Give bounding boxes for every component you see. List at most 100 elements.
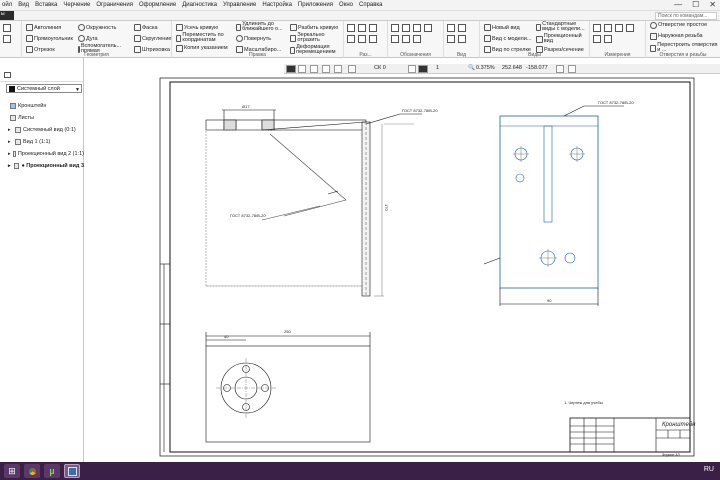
view-icon-2[interactable]	[458, 24, 466, 32]
step-cursor-button[interactable]	[418, 65, 428, 73]
view-icon[interactable]	[447, 24, 455, 32]
redraw-button[interactable]	[556, 65, 564, 73]
menu-item[interactable]: Управление	[223, 2, 256, 8]
menu-item[interactable]: Справка	[359, 2, 383, 8]
arc-button[interactable]: Дуга	[78, 35, 98, 42]
angle-dim-icon[interactable]	[358, 24, 366, 32]
display-button[interactable]	[568, 65, 576, 73]
title-block-name: Кронштейн	[662, 421, 696, 428]
lcs-button[interactable]	[408, 65, 416, 73]
circle-button[interactable]: Окружность	[78, 24, 116, 31]
start-icon[interactable]: ⊞	[4, 464, 20, 478]
base-icon[interactable]	[413, 24, 421, 32]
view-icon-4[interactable]	[458, 35, 466, 43]
table-icon[interactable]	[402, 35, 410, 43]
circle-icon	[78, 24, 85, 31]
extend-button[interactable]: Удлинить до ближайшего о...	[236, 21, 288, 32]
leader-icon[interactable]	[402, 24, 410, 32]
tree-item[interactable]: ▸ Вид 1 (1:1)	[0, 136, 84, 148]
layer-button[interactable]	[348, 65, 356, 73]
measure-icon[interactable]	[593, 24, 601, 32]
language-indicator[interactable]: RU	[704, 466, 714, 473]
command-search-input[interactable]: Поиск по командам...	[655, 12, 717, 20]
close-icon[interactable]: ✕	[709, 0, 716, 9]
rectangle-button[interactable]: Прямоугольник	[26, 35, 73, 42]
cursor-button[interactable]	[286, 65, 296, 73]
round-button[interactable]	[334, 65, 342, 73]
tree-item[interactable]: Листы	[0, 112, 84, 124]
menu-item[interactable]: Черчение	[63, 2, 90, 8]
menu-item[interactable]: Окно	[339, 2, 353, 8]
tree-node-icon	[10, 103, 16, 109]
view-icon-3[interactable]	[447, 35, 455, 43]
snap-button[interactable]	[298, 65, 306, 73]
menu-item[interactable]: Ограничения	[96, 2, 133, 8]
move-coords-button[interactable]: Переместить по координатам	[176, 32, 234, 43]
expand-icon[interactable]: ▸	[8, 151, 11, 157]
tree-item[interactable]: ▸ Проекционный вид 2 (1:1)	[0, 148, 84, 160]
rotate-button[interactable]: Повернуть	[236, 35, 271, 42]
ortho-button[interactable]	[322, 65, 330, 73]
measure-icon-2[interactable]	[604, 24, 612, 32]
cs-select[interactable]: СК 0	[374, 65, 386, 71]
menu-item[interactable]: Настройка	[262, 2, 292, 8]
model-view-button[interactable]: Вид с модели...	[484, 35, 531, 42]
expand-icon[interactable]: ▸	[8, 127, 13, 133]
system-icon[interactable]	[3, 24, 11, 32]
split-curve-button[interactable]: Разбить кривую	[290, 24, 338, 31]
expand-icon[interactable]: ▸	[8, 163, 12, 169]
zoom-value[interactable]: 0.375%	[476, 65, 495, 71]
zoom-icon[interactable]: 🔍	[468, 65, 475, 71]
menu-item[interactable]: Оформление	[139, 2, 176, 8]
diameter-dim-icon[interactable]	[369, 35, 377, 43]
rotate-label: Повернуть	[244, 35, 272, 42]
step-select[interactable]: 1	[436, 65, 439, 71]
menu-item[interactable]: Приложения	[298, 2, 333, 8]
axis-icon[interactable]	[413, 35, 421, 43]
torrent-icon[interactable]: µ	[44, 464, 60, 478]
expand-icon[interactable]: ▸	[8, 139, 13, 145]
grid-button[interactable]	[310, 65, 318, 73]
tolerance-icon[interactable]	[424, 24, 432, 32]
linear-dim-icon[interactable]	[347, 35, 355, 43]
chrome-icon[interactable]	[24, 464, 40, 478]
menu-item[interactable]: Вид	[18, 2, 29, 8]
tree-item[interactable]: ▸ ● Проекционный вид 3	[0, 160, 84, 172]
radius-dim-icon[interactable]	[369, 24, 377, 32]
drawing-canvas[interactable]: Ø17 250 40 90 170 ГОСТ 8732-78/В-20 ГОСТ…	[84, 74, 720, 462]
measure-icon-3[interactable]	[615, 24, 623, 32]
chamfer-button[interactable]: Фаска	[134, 24, 158, 31]
measure-icon-6[interactable]	[604, 35, 612, 43]
copy-button[interactable]: Копия указанием	[176, 45, 228, 52]
minimize-icon[interactable]: —	[674, 0, 682, 9]
trim-curve-button[interactable]: Усечь кривую	[176, 24, 218, 31]
standard-views-icon	[536, 23, 542, 31]
folder-icon[interactable]	[4, 72, 11, 78]
new-view-button[interactable]: Новый вид	[484, 24, 520, 31]
tree-item[interactable]: ▸ Системный вид (0:1)	[0, 124, 84, 136]
text-icon[interactable]	[391, 35, 399, 43]
fillet-button[interactable]: Скругление	[134, 35, 171, 42]
kompas-icon[interactable]	[64, 464, 80, 478]
projection-view-button[interactable]: Проекционный вид	[536, 33, 590, 44]
tab-active[interactable]: ы	[0, 11, 14, 20]
maximize-icon[interactable]: ☐	[692, 0, 699, 9]
tree-node-icon	[14, 163, 20, 169]
standard-views-button[interactable]: Стандартные виды с модели...	[536, 21, 590, 32]
mirror-button[interactable]: Зеркально отразить	[290, 32, 342, 43]
measure-icon-4[interactable]	[626, 24, 634, 32]
menu-item[interactable]: ойл	[2, 2, 12, 8]
menu-item[interactable]: Диагностика	[182, 2, 217, 8]
autoline-button[interactable]: Автолиния	[26, 24, 61, 31]
text-dim-icon[interactable]	[358, 35, 366, 43]
rectangle-label: Прямоугольник	[34, 35, 73, 42]
roughness-icon[interactable]	[391, 24, 399, 32]
system-icon-2[interactable]	[3, 35, 11, 43]
simple-hole-button[interactable]: Отверстие простое	[650, 22, 718, 29]
measure-icon-5[interactable]	[593, 35, 601, 43]
layer-select[interactable]: Системный слой ▼	[6, 84, 82, 93]
dimension-icon[interactable]	[347, 24, 355, 32]
external-thread-button[interactable]: Наружная резьба	[650, 33, 718, 40]
menu-item[interactable]: Вставка	[35, 2, 57, 8]
tree-item[interactable]: Кронштейн	[0, 100, 84, 112]
